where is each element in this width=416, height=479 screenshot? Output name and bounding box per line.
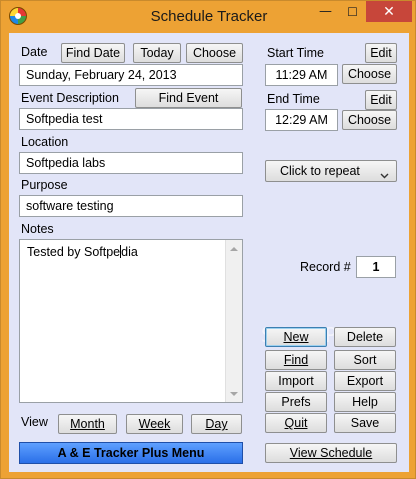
- find-event-button[interactable]: Find Event: [135, 88, 242, 108]
- day-view-button-label: Day: [205, 417, 228, 431]
- start-time-field[interactable]: 11:29 AM: [265, 64, 338, 86]
- notes-text: Tested by Softpedia: [27, 245, 138, 259]
- location-label: Location: [21, 135, 69, 149]
- sort-button[interactable]: Sort: [334, 350, 396, 370]
- record-number-label: Record #: [300, 260, 351, 274]
- delete-button[interactable]: Delete: [334, 327, 396, 347]
- day-view-button[interactable]: Day: [191, 414, 242, 434]
- maximize-button[interactable]: ☐: [339, 1, 366, 22]
- month-view-button-label: Month: [70, 417, 105, 431]
- quit-button-label: Quit: [284, 416, 308, 430]
- end-time-edit-button[interactable]: Edit: [365, 90, 397, 110]
- quit-button[interactable]: Quit: [265, 413, 327, 433]
- purpose-field[interactable]: software testing: [19, 195, 243, 217]
- minimize-button[interactable]: —: [312, 1, 339, 22]
- notes-scrollbar[interactable]: [225, 240, 242, 402]
- purpose-label: Purpose: [21, 178, 68, 192]
- notes-textarea[interactable]: Tested by Softpedia: [19, 239, 243, 403]
- chevron-down-icon: [380, 168, 389, 182]
- close-button[interactable]: ✕: [366, 1, 412, 22]
- today-button[interactable]: Today: [133, 43, 181, 63]
- record-number-field[interactable]: 1: [356, 256, 396, 278]
- app-window: Schedule Tracker — ☐ ✕ Date Find Date To…: [0, 0, 416, 479]
- date-field[interactable]: Sunday, February 24, 2013: [19, 64, 243, 86]
- client-area: Date Find Date Today Choose Sunday, Febr…: [9, 33, 409, 472]
- end-time-field[interactable]: 12:29 AM: [265, 109, 338, 131]
- notes-label: Notes: [21, 222, 54, 236]
- event-description-field[interactable]: Softpedia test: [19, 108, 243, 130]
- date-label: Date: [21, 45, 48, 59]
- week-view-button[interactable]: Week: [126, 414, 183, 434]
- month-view-button[interactable]: Month: [58, 414, 117, 434]
- start-time-choose-button[interactable]: Choose: [342, 64, 397, 84]
- view-label: View: [21, 415, 48, 429]
- end-time-label: End Time: [267, 92, 320, 106]
- view-schedule-button[interactable]: View Schedule: [265, 443, 397, 463]
- new-button[interactable]: New: [265, 327, 327, 347]
- start-time-label: Start Time: [267, 46, 324, 60]
- prefs-button[interactable]: Prefs: [265, 392, 327, 412]
- scroll-up-arrow-icon[interactable]: [226, 240, 242, 257]
- find-button[interactable]: Find: [265, 350, 327, 370]
- end-time-choose-button[interactable]: Choose: [342, 110, 397, 130]
- start-time-edit-button[interactable]: Edit: [365, 43, 397, 63]
- view-schedule-button-label: View Schedule: [289, 446, 373, 460]
- title-bar[interactable]: Schedule Tracker — ☐ ✕: [1, 1, 416, 33]
- find-date-button[interactable]: Find Date: [61, 43, 125, 63]
- choose-date-button[interactable]: Choose: [186, 43, 243, 63]
- week-view-button-label: Week: [138, 417, 171, 431]
- find-event-button-label: Find Event: [158, 91, 219, 105]
- new-button-label: New: [283, 330, 309, 344]
- location-field[interactable]: Softpedia labs: [19, 152, 243, 174]
- help-button[interactable]: Help: [334, 392, 396, 412]
- repeat-select-value: Click to repeat: [280, 164, 360, 178]
- event-description-label: Event Description: [21, 91, 119, 105]
- repeat-select[interactable]: Click to repeat: [265, 160, 397, 182]
- import-button[interactable]: Import: [265, 371, 327, 391]
- export-button[interactable]: Export: [334, 371, 396, 391]
- scroll-down-arrow-icon[interactable]: [226, 385, 242, 402]
- find-button-label: Find: [283, 353, 309, 367]
- tracker-plus-menu-button[interactable]: A & E Tracker Plus Menu: [19, 442, 243, 464]
- save-button[interactable]: Save: [334, 413, 396, 433]
